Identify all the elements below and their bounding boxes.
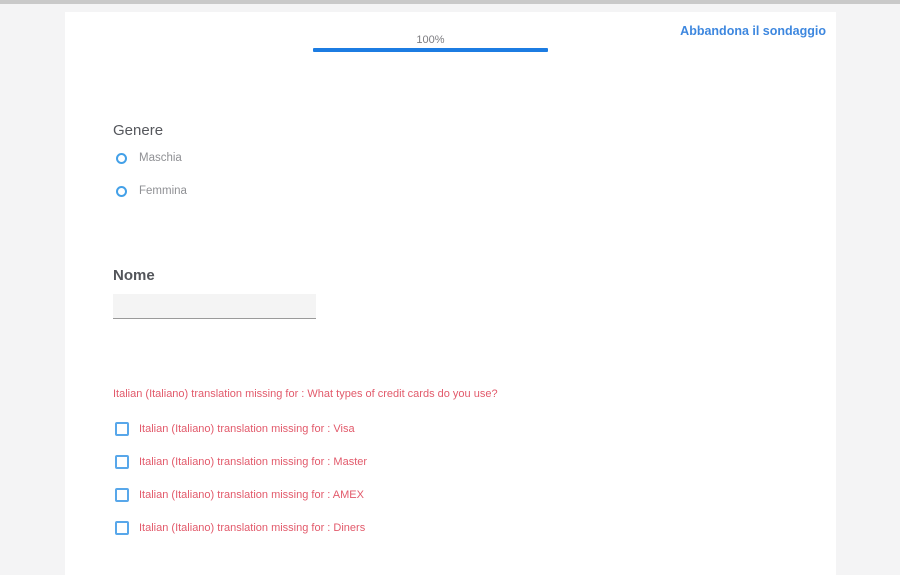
radio-option-label: Maschia <box>139 152 182 164</box>
checkbox-unchecked-icon[interactable] <box>115 422 129 436</box>
checkbox-unchecked-icon[interactable] <box>115 521 129 535</box>
checkbox-option-label: Italian (Italiano) translation missing f… <box>139 522 365 534</box>
progress-bar <box>313 48 548 52</box>
abandon-survey-link[interactable]: Abbandona il sondaggio <box>680 24 826 38</box>
radio-unchecked-icon[interactable] <box>116 186 127 197</box>
radio-option-label: Femmina <box>139 185 187 197</box>
survey-card: Abbandona il sondaggio 100% Genere Masch… <box>65 12 836 579</box>
checkbox-option-visa[interactable]: Italian (Italiano) translation missing f… <box>115 422 355 436</box>
question-title-gender: Genere <box>113 122 163 139</box>
progress-percentage: 100% <box>313 34 548 46</box>
top-strip <box>0 0 900 4</box>
checkbox-option-diners[interactable]: Italian (Italiano) translation missing f… <box>115 521 365 535</box>
radio-unchecked-icon[interactable] <box>116 153 127 164</box>
checkbox-unchecked-icon[interactable] <box>115 455 129 469</box>
checkbox-option-label: Italian (Italiano) translation missing f… <box>139 456 367 468</box>
question-title-credit-cards: Italian (Italiano) translation missing f… <box>113 388 498 400</box>
question-title-name: Nome <box>113 267 155 284</box>
name-input[interactable] <box>113 294 316 319</box>
checkbox-option-label: Italian (Italiano) translation missing f… <box>139 489 364 501</box>
radio-option-maschia[interactable]: Maschia <box>116 152 182 164</box>
footer-strip <box>0 575 900 579</box>
radio-option-femmina[interactable]: Femmina <box>116 185 187 197</box>
checkbox-unchecked-icon[interactable] <box>115 488 129 502</box>
checkbox-option-master[interactable]: Italian (Italiano) translation missing f… <box>115 455 367 469</box>
checkbox-option-amex[interactable]: Italian (Italiano) translation missing f… <box>115 488 364 502</box>
checkbox-option-label: Italian (Italiano) translation missing f… <box>139 423 355 435</box>
